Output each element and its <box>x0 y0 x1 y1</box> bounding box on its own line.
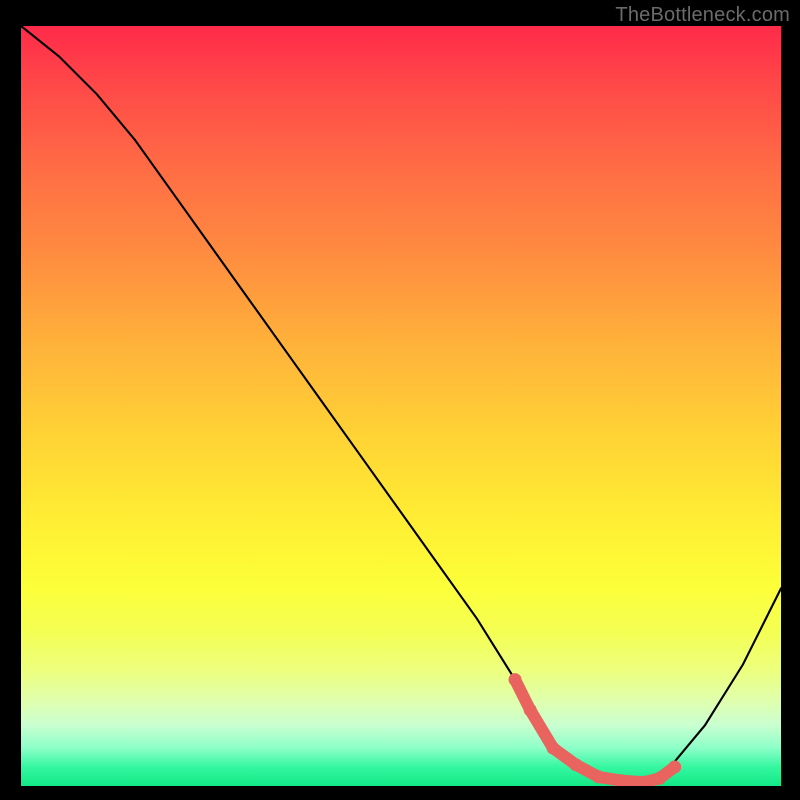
watermark-label: TheBottleneck.com <box>615 4 790 27</box>
optimal-range-dot <box>524 704 537 717</box>
optimal-range-band <box>515 680 675 783</box>
optimal-range-dot <box>592 770 605 783</box>
optimal-range-dot <box>569 758 582 771</box>
chart-stage: TheBottleneck.com <box>0 0 800 800</box>
optimal-range-dot <box>668 761 681 774</box>
bottleneck-curve-line <box>21 26 781 782</box>
optimal-range-dot <box>547 742 560 755</box>
optimal-range-markers <box>509 673 682 786</box>
optimal-range-dot <box>653 772 666 785</box>
optimal-range-dot <box>509 673 522 686</box>
chart-overlay <box>21 26 781 786</box>
